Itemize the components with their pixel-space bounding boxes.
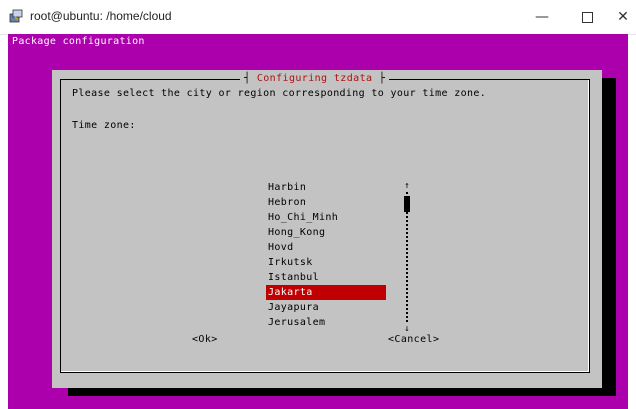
list-item[interactable]: Harbin bbox=[266, 180, 386, 195]
time-zone-list[interactable]: Harbin Hebron Ho_Chi_Minh Hong_Kong Hovd… bbox=[266, 180, 386, 330]
list-item[interactable]: Jayapura bbox=[266, 300, 386, 315]
list-item[interactable]: Hong_Kong bbox=[266, 225, 386, 240]
tzdata-dialog: ┤ Configuring tzdata ├ Please select the… bbox=[52, 70, 602, 388]
minimize-icon: — bbox=[535, 9, 549, 25]
putty-icon bbox=[9, 9, 23, 23]
list-item[interactable]: Hebron bbox=[266, 195, 386, 210]
list-item[interactable]: Istanbul bbox=[266, 270, 386, 285]
window-title: root@ubuntu: /home/cloud bbox=[30, 9, 172, 23]
list-scrollbar[interactable]: ↑ ↓ bbox=[402, 182, 412, 334]
package-configuration-header: Package configuration bbox=[12, 36, 145, 47]
dialog-title: ┤ Configuring tzdata ├ bbox=[240, 73, 390, 84]
list-item[interactable]: Ho_Chi_Minh bbox=[266, 210, 386, 225]
list-item[interactable]: Irkutsk bbox=[266, 255, 386, 270]
list-item[interactable]: Jerusalem bbox=[266, 315, 386, 330]
time-zone-label: Time zone: bbox=[72, 120, 136, 131]
close-icon: ✕ bbox=[617, 9, 629, 25]
window-title-bar[interactable]: root@ubuntu: /home/cloud — ✕ bbox=[0, 0, 636, 35]
ok-button[interactable]: <Ok> bbox=[192, 334, 218, 345]
scroll-thumb[interactable] bbox=[404, 196, 410, 212]
list-item[interactable]: Hovd bbox=[266, 240, 386, 255]
cancel-button[interactable]: <Cancel> bbox=[388, 334, 439, 345]
terminal-area[interactable]: Package configuration ┤ Configuring tzda… bbox=[8, 34, 628, 409]
minimize-button[interactable]: — bbox=[519, 0, 565, 34]
close-button[interactable]: ✕ bbox=[600, 0, 636, 34]
scroll-down-arrow-icon[interactable]: ↓ bbox=[402, 325, 412, 334]
list-item-selected[interactable]: Jakarta bbox=[266, 285, 386, 300]
scroll-up-arrow-icon[interactable]: ↑ bbox=[402, 182, 412, 191]
maximize-icon bbox=[581, 11, 593, 23]
dialog-prompt: Please select the city or region corresp… bbox=[72, 88, 487, 99]
